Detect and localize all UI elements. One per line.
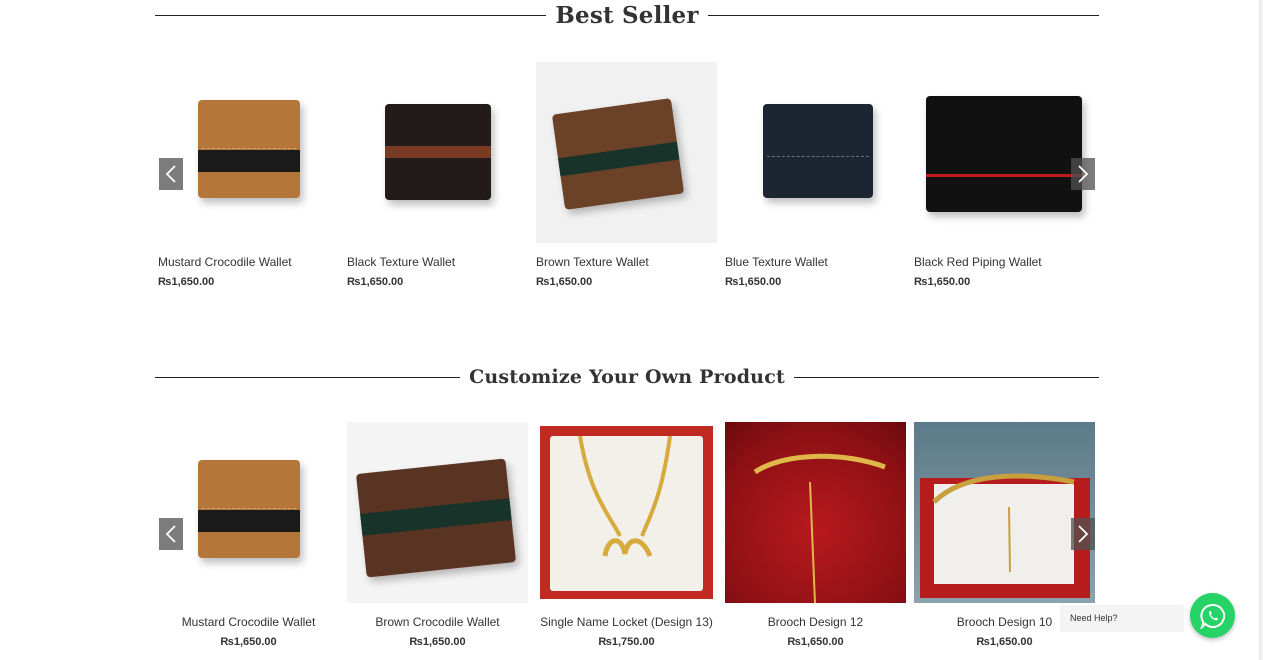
customize-heading-row: Customize Your Own Product — [155, 362, 1099, 392]
whatsapp-icon — [1199, 603, 1225, 629]
page-scrollbar[interactable] — [1259, 0, 1263, 660]
heading-divider-right — [793, 376, 1099, 378]
chevron-left-icon — [165, 165, 176, 183]
product-card[interactable]: Single Name Locket (Design 13) ₨1,750.00 — [536, 422, 717, 648]
product-price: ₨1,650.00 — [914, 276, 971, 288]
carousel-next-button[interactable] — [1071, 518, 1095, 550]
mustard-wallet-image — [198, 100, 300, 198]
heading-divider-right — [707, 14, 1100, 16]
product-card[interactable]: Brooch Design 12 ₨1,650.00 — [725, 422, 906, 648]
carousel-next-button[interactable] — [1071, 158, 1095, 190]
product-name[interactable]: Brooch Design 12 — [725, 615, 906, 629]
product-image[interactable] — [158, 62, 339, 243]
product-name[interactable]: Brown Texture Wallet — [536, 255, 717, 269]
whatsapp-button[interactable] — [1190, 593, 1235, 638]
carousel-prev-button[interactable] — [159, 518, 183, 550]
best-seller-title: Best Seller — [555, 1, 699, 29]
product-card[interactable]: Black Red Piping Wallet ₨1,650.00 — [914, 62, 1095, 288]
product-price: ₨1,650.00 — [347, 276, 404, 288]
carousel-prev-button[interactable] — [159, 158, 183, 190]
chevron-right-icon — [1078, 165, 1089, 183]
mustard-wallet-image — [198, 460, 300, 558]
chevron-right-icon — [1078, 525, 1089, 543]
heading-divider-left — [155, 14, 547, 16]
black-texture-wallet-image — [385, 104, 491, 200]
product-image[interactable] — [158, 422, 339, 603]
product-price: ₨1,650.00 — [976, 636, 1033, 648]
product-name[interactable]: Black Red Piping Wallet — [914, 255, 1095, 269]
brooch-pin-icon — [753, 453, 886, 603]
product-price: ₨1,650.00 — [536, 276, 593, 288]
product-price: ₨1,650.00 — [787, 636, 844, 648]
customize-section: Customize Your Own Product Mustard Croco… — [155, 362, 1099, 660]
customize-carousel: Mustard Crocodile Wallet ₨1,650.00 Brown… — [155, 422, 1099, 660]
product-image[interactable] — [914, 422, 1095, 603]
product-price: ₨1,650.00 — [725, 276, 782, 288]
product-price: ₨1,650.00 — [409, 636, 466, 648]
black-red-piping-wallet-image — [926, 96, 1082, 212]
brown-texture-wallet-image — [551, 98, 685, 210]
product-image[interactable] — [725, 62, 906, 243]
product-name[interactable]: Black Texture Wallet — [347, 255, 528, 269]
best-seller-carousel: Mustard Crocodile Wallet ₨1,650.00 Black… — [155, 62, 1099, 302]
product-card[interactable]: Brown Texture Wallet ₨1,650.00 — [536, 62, 717, 288]
product-card[interactable]: Mustard Crocodile Wallet ₨1,650.00 — [158, 62, 339, 288]
product-card[interactable]: Blue Texture Wallet ₨1,650.00 — [725, 62, 906, 288]
product-name[interactable]: Mustard Crocodile Wallet — [158, 615, 339, 629]
product-price: ₨1,650.00 — [158, 276, 215, 288]
chevron-left-icon — [165, 525, 176, 543]
product-image[interactable] — [536, 422, 717, 603]
best-seller-section: Best Seller Mustard Crocodile Wallet ₨1,… — [155, 0, 1100, 302]
product-card[interactable]: Brown Crocodile Wallet ₨1,650.00 — [347, 422, 528, 648]
product-image[interactable] — [347, 62, 528, 243]
product-price: ₨1,650.00 — [220, 636, 277, 648]
locket-chain-icon — [578, 436, 672, 558]
customize-product-list: Mustard Crocodile Wallet ₨1,650.00 Brown… — [158, 422, 1095, 648]
blue-texture-wallet-image — [763, 104, 873, 198]
heading-divider-left — [155, 376, 461, 378]
brown-crocodile-wallet-image — [355, 458, 517, 578]
product-price: ₨1,750.00 — [598, 636, 655, 648]
product-card[interactable]: Mustard Crocodile Wallet ₨1,650.00 — [158, 422, 339, 648]
customize-title: Customize Your Own Product — [469, 366, 785, 388]
product-card[interactable]: Black Texture Wallet ₨1,650.00 — [347, 62, 528, 288]
whatsapp-help-label[interactable]: Need Help? — [1060, 605, 1184, 632]
product-name[interactable]: Mustard Crocodile Wallet — [158, 255, 339, 269]
product-image[interactable] — [914, 62, 1095, 243]
product-image[interactable] — [536, 62, 717, 243]
product-name[interactable]: Single Name Locket (Design 13) — [536, 615, 717, 629]
product-name[interactable]: Brown Crocodile Wallet — [347, 615, 528, 629]
product-name[interactable]: Blue Texture Wallet — [725, 255, 906, 269]
product-image[interactable] — [725, 422, 906, 603]
brooch-name-icon — [932, 473, 1075, 573]
product-image[interactable] — [347, 422, 528, 603]
best-seller-product-list: Mustard Crocodile Wallet ₨1,650.00 Black… — [158, 62, 1095, 288]
best-seller-heading-row: Best Seller — [155, 0, 1100, 30]
